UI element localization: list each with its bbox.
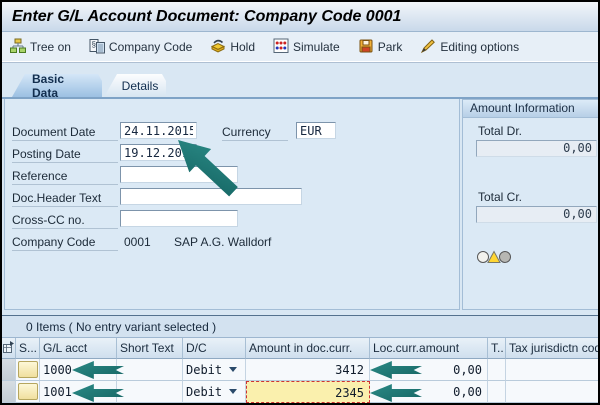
total-dr-value: 0,00 xyxy=(476,140,597,157)
column-header-amount-doc-curr[interactable]: Amount in doc.curr. xyxy=(246,338,370,359)
company-code-name: SAP A.G. Walldorf xyxy=(174,235,271,249)
dc-value: Debit xyxy=(186,363,222,377)
company-code-value: 0001 xyxy=(124,235,151,249)
row-selector-cell[interactable] xyxy=(2,381,16,403)
park-icon xyxy=(358,38,374,57)
hold-icon xyxy=(210,38,226,57)
column-header-short-text[interactable]: Short Text xyxy=(117,338,183,359)
status-cell[interactable] xyxy=(16,359,40,381)
column-header-tax-jurisdiction[interactable]: Tax jurisdictn cod xyxy=(506,338,598,359)
window-title: Enter G/L Account Document: Company Code… xyxy=(2,2,598,32)
svg-text:§: § xyxy=(91,40,95,49)
gray-circle-icon xyxy=(500,252,511,263)
tab-basic-data-label: Basic Data xyxy=(32,72,92,100)
simulate-button[interactable]: Simulate xyxy=(273,38,340,57)
simulate-label: Simulate xyxy=(293,40,340,54)
column-header-loc-curr-amount[interactable]: Loc.curr.amount xyxy=(370,338,488,359)
tax-jurisdiction-cell[interactable] xyxy=(506,381,598,403)
tab-details[interactable]: Details xyxy=(104,74,166,97)
cross-cc-no-input[interactable] xyxy=(120,210,238,227)
yellow-triangle-warning-icon xyxy=(488,252,500,263)
short-text-cell[interactable] xyxy=(117,381,183,403)
doc-header-text-label: Doc.Header Text xyxy=(12,191,118,207)
tax-cell[interactable] xyxy=(488,381,506,403)
simulate-icon xyxy=(273,38,289,57)
total-cr-value: 0,00 xyxy=(476,206,597,223)
tree-icon xyxy=(10,38,26,57)
tab-basic-data[interactable]: Basic Data xyxy=(12,74,102,97)
tree-on-button[interactable]: Tree on xyxy=(10,38,71,57)
document-date-input[interactable] xyxy=(120,122,197,139)
chevron-down-icon xyxy=(229,367,237,372)
editing-options-button[interactable]: Editing options xyxy=(420,38,519,57)
total-dr-label: Total Dr. xyxy=(478,124,522,138)
tree-on-label: Tree on xyxy=(30,40,71,54)
dc-dropdown[interactable]: Debit xyxy=(183,359,246,381)
pencil-icon xyxy=(420,38,436,57)
application-toolbar: Tree on § Company Code Hold Simulate Par… xyxy=(2,32,598,63)
table-settings-icon[interactable] xyxy=(2,338,16,359)
sap-window: Enter G/L Account Document: Company Code… xyxy=(0,0,600,405)
items-summary-bar: 0 Items ( No entry variant selected ) xyxy=(2,315,598,338)
document-date-label: Document Date xyxy=(12,125,118,141)
column-header-gl-acct[interactable]: G/L acct xyxy=(40,338,117,359)
chevron-down-icon xyxy=(229,389,237,394)
hold-label: Hold xyxy=(230,40,255,54)
tax-cell[interactable] xyxy=(488,359,506,381)
tab-details-label: Details xyxy=(122,79,159,93)
park-button[interactable]: Park xyxy=(358,38,403,57)
column-header-dc[interactable]: D/C xyxy=(183,338,246,359)
status-box-icon xyxy=(18,361,38,378)
status-box-icon xyxy=(18,383,38,400)
park-label: Park xyxy=(378,40,403,54)
posting-date-label: Posting Date xyxy=(12,147,118,163)
editing-options-label: Editing options xyxy=(440,40,519,54)
reference-label: Reference xyxy=(12,169,118,185)
amount-cell-focused[interactable]: 2345 xyxy=(246,381,370,403)
column-header-status[interactable]: S... xyxy=(16,338,40,359)
short-text-cell[interactable] xyxy=(117,359,183,381)
company-code-icon: § xyxy=(89,38,105,57)
company-code-field-label: Company Code xyxy=(12,235,118,251)
amount-information-title: Amount Information xyxy=(463,100,600,118)
company-code-label: Company Code xyxy=(109,40,192,54)
status-cell[interactable] xyxy=(16,381,40,403)
dc-value: Debit xyxy=(186,385,222,399)
column-header-tax[interactable]: T.. xyxy=(488,338,506,359)
row-selector-cell[interactable] xyxy=(2,359,16,381)
company-code-button[interactable]: § Company Code xyxy=(89,38,192,57)
cross-cc-no-label: Cross-CC no. xyxy=(12,213,118,229)
tax-jurisdiction-cell[interactable] xyxy=(506,359,598,381)
dc-dropdown[interactable]: Debit xyxy=(183,381,246,403)
doc-header-text-input[interactable] xyxy=(120,188,302,205)
currency-label: Currency xyxy=(222,125,288,141)
total-cr-label: Total Cr. xyxy=(478,190,522,204)
currency-input[interactable] xyxy=(296,122,336,139)
gray-circle-icon xyxy=(478,252,489,263)
hold-button[interactable]: Hold xyxy=(210,38,255,57)
amount-cell[interactable]: 3412 xyxy=(246,359,370,381)
items-table-header: S... G/L acct Short Text D/C Amount in d… xyxy=(2,338,598,359)
balance-status-icons xyxy=(476,249,516,270)
